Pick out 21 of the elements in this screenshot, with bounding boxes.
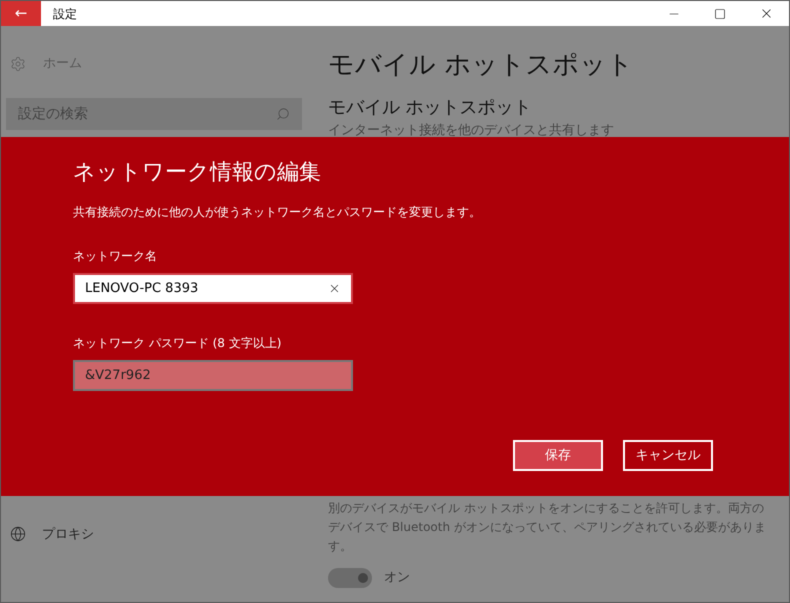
window-title: 設定 [53, 6, 77, 22]
back-button[interactable]: ← [1, 1, 41, 26]
input-field[interactable]: LENOVO-PC 8393 [73, 273, 353, 304]
field-label: ネットワーク名 [73, 248, 158, 265]
gear-icon [10, 56, 26, 72]
dialog-title: ネットワーク情報の編集 [73, 159, 322, 187]
input-field[interactable]: &V27r962 [73, 360, 353, 391]
save-button[interactable]: 保存 [513, 440, 603, 471]
bluetooth-description: 別のデバイスがモバイル ホットスポットをオンにすることを許可します。両方のデバイスで Bluetooth がオンになっていて、ペアリングされている必要があります。 [328, 500, 767, 555]
section-description: インターネット接続を他のデバイスと共有します [328, 122, 615, 140]
dialog-description: 共有接続のために他の人が使うネットワーク名とパスワードを変更します。 [73, 204, 482, 221]
toggle-label: オン [384, 569, 410, 588]
search-icon [276, 107, 290, 121]
cancel-button[interactable]: キャンセル [623, 440, 713, 471]
globe-icon [10, 526, 26, 542]
toggle-switch[interactable] [328, 568, 372, 588]
page-title: モバイル ホットスポット [328, 49, 634, 82]
section-title: モバイル ホットスポット [328, 96, 533, 120]
sidebar-item[interactable]: プロキシ [42, 524, 94, 544]
clear-icon[interactable] [328, 282, 341, 295]
field-label: ネットワーク パスワード (8 文字以上) [73, 335, 282, 352]
